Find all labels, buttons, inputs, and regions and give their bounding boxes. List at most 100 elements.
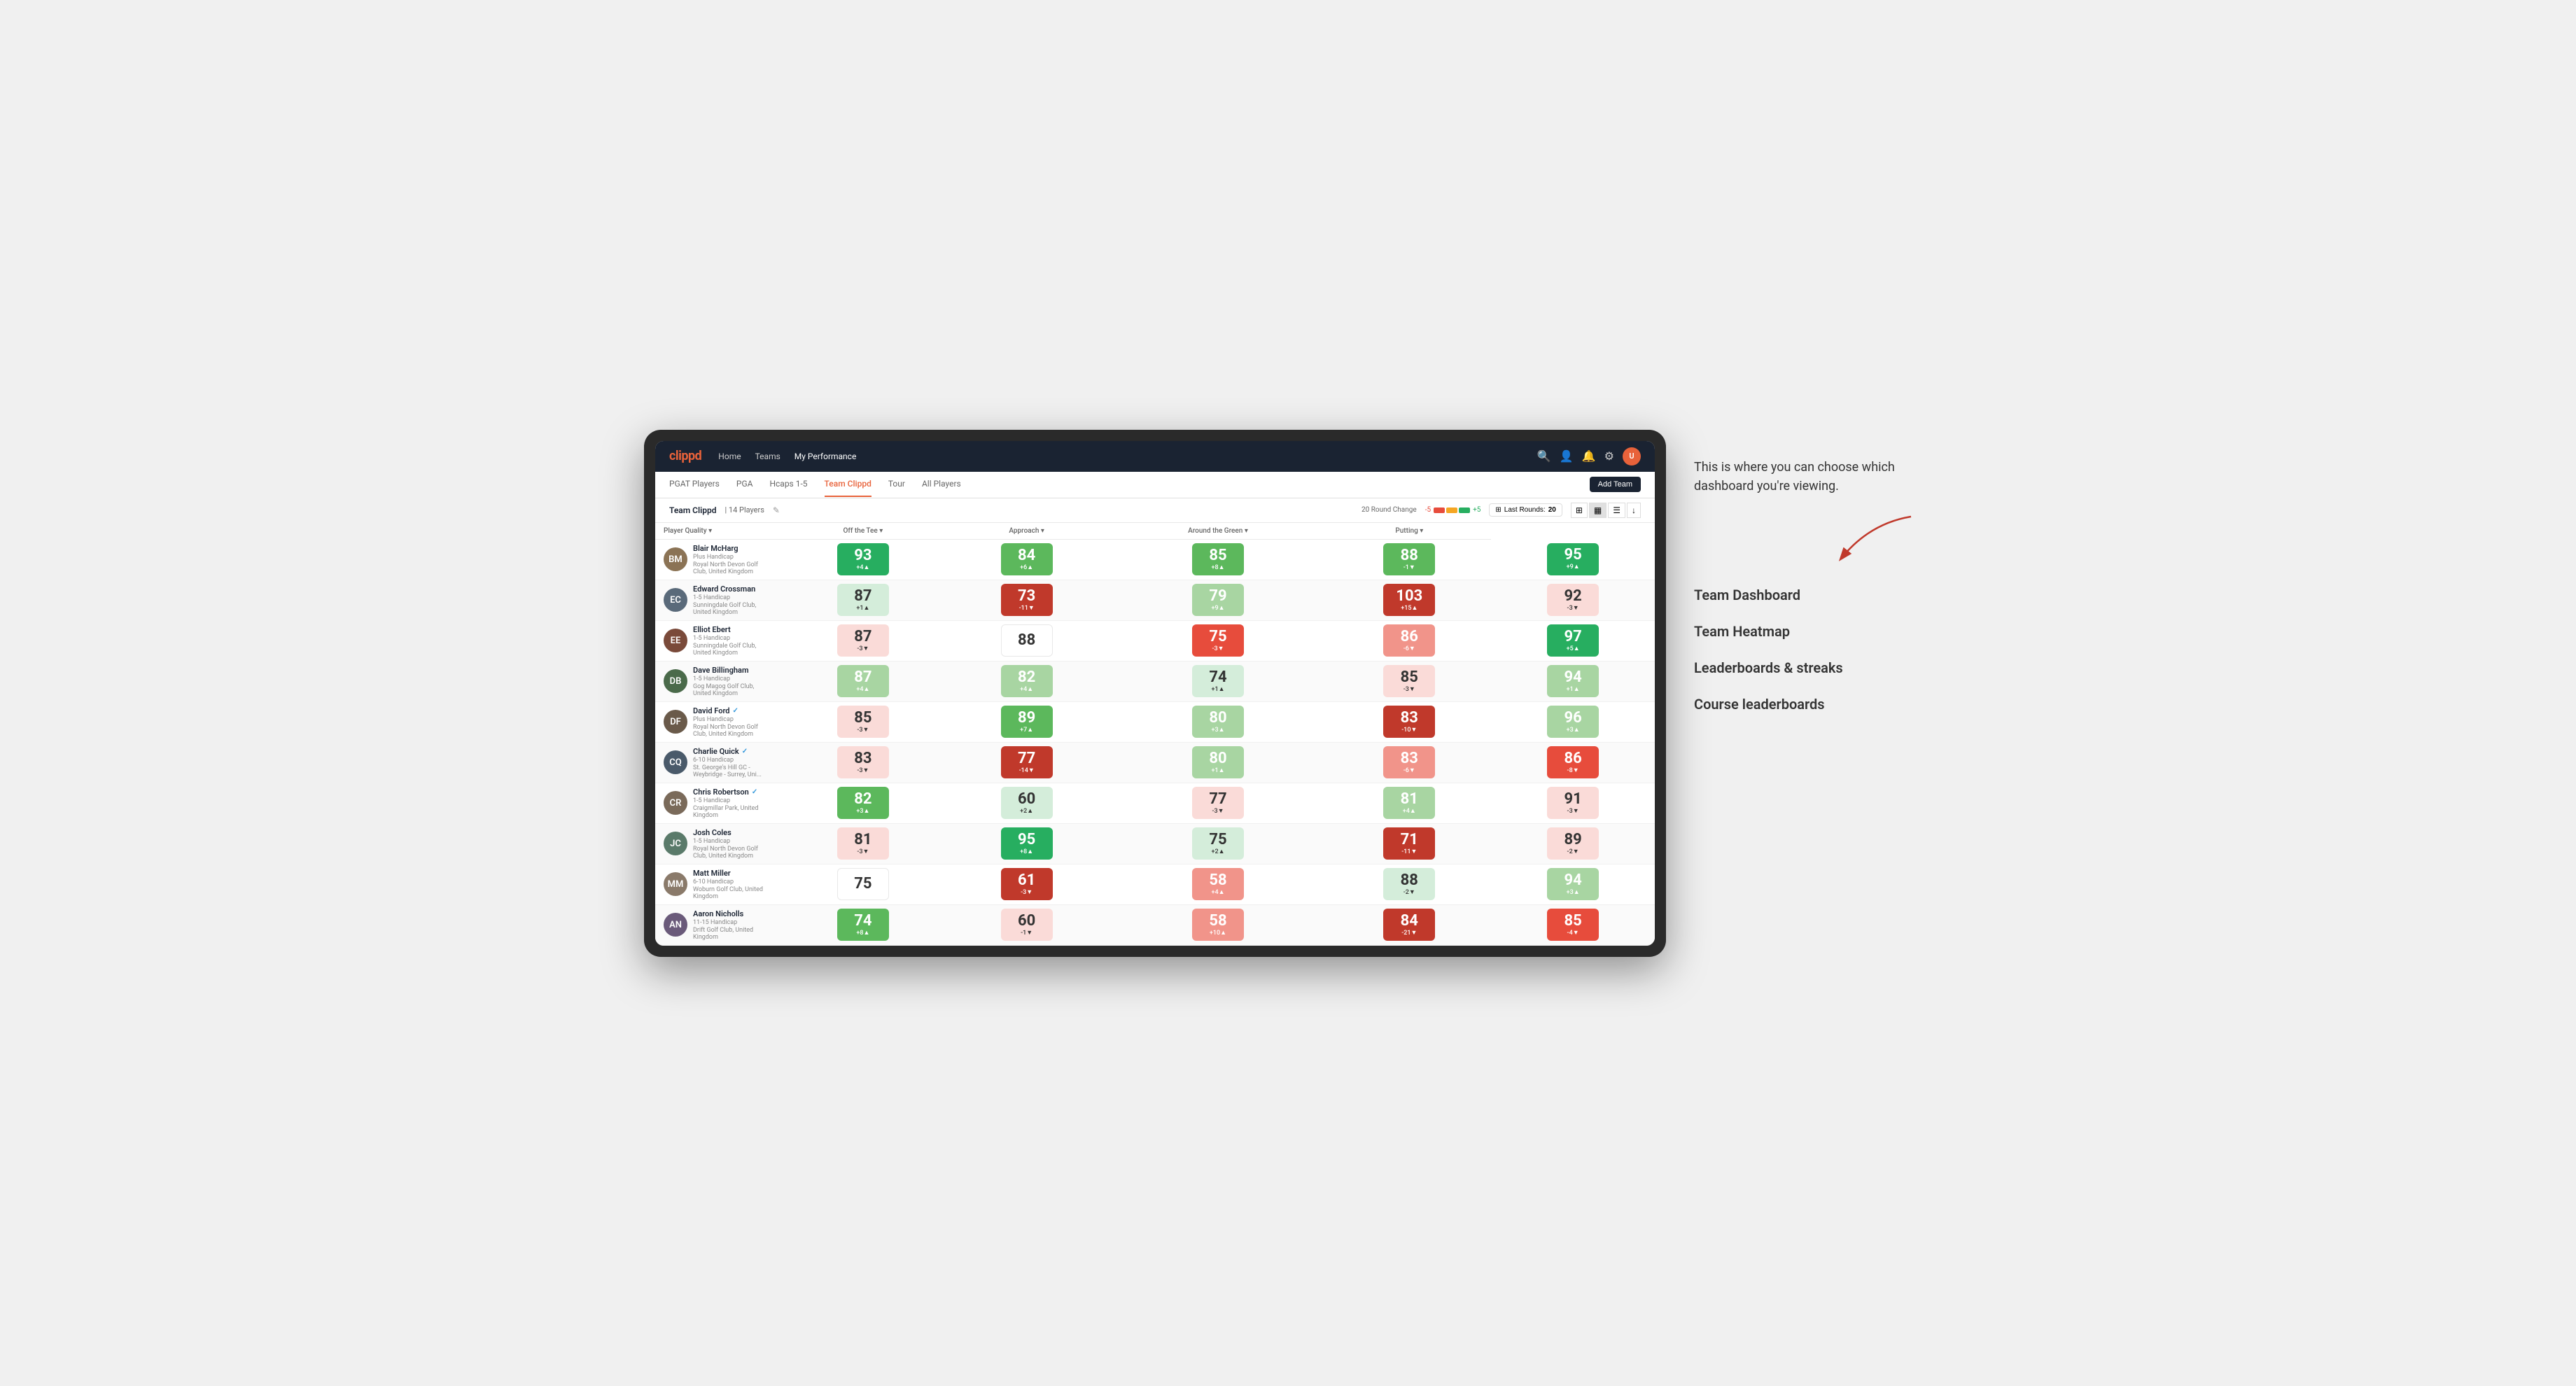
menu-item-leaderboards[interactable]: Leaderboards & streaks (1694, 659, 1932, 676)
edit-team-icon[interactable]: ✎ (773, 505, 780, 515)
subnav-pga[interactable]: PGA (736, 472, 753, 497)
score-cell[interactable]: 93 +4▲ (781, 539, 945, 580)
menu-item-heatmap[interactable]: Team Heatmap (1694, 623, 1932, 640)
nav-link-home[interactable]: Home (718, 449, 741, 464)
score-cell[interactable]: 77 -14▼ (945, 742, 1109, 783)
score-cell[interactable]: 58 +4▲ (1109, 864, 1328, 904)
settings-icon[interactable]: ⚙ (1604, 449, 1614, 463)
grid-view-btn[interactable]: ⊞ (1571, 503, 1588, 518)
subnav-hcaps[interactable]: Hcaps 1-5 (769, 472, 807, 497)
score-cell[interactable]: 85 -3▼ (781, 701, 945, 742)
player-cell[interactable]: MM Matt Miller 6-10 Handicap Woburn Golf… (655, 864, 781, 904)
score-cell[interactable]: 96 +3▲ (1491, 701, 1655, 742)
score-cell[interactable]: 92 -3▼ (1491, 580, 1655, 620)
player-avatar: DF (664, 710, 687, 734)
bell-icon[interactable]: 🔔 (1582, 449, 1596, 463)
heatmap-view-btn[interactable]: ▦ (1589, 503, 1606, 518)
score-cell[interactable]: 89 +7▲ (945, 701, 1109, 742)
score-cell[interactable]: 81 -3▼ (781, 823, 945, 864)
col-header-player[interactable]: Player Quality ▾ (655, 523, 781, 540)
score-change: -11▼ (1019, 604, 1035, 612)
score-cell[interactable]: 60 +2▲ (945, 783, 1109, 823)
score-cell[interactable]: 75 +2▲ (1109, 823, 1328, 864)
subnav-all-players[interactable]: All Players (922, 472, 961, 497)
score-cell[interactable]: 95 +9▲ (1491, 539, 1655, 580)
score-cell[interactable]: 86 -8▼ (1491, 742, 1655, 783)
menu-item-dashboard[interactable]: Team Dashboard (1694, 587, 1932, 603)
player-cell[interactable]: BM Blair McHarg Plus Handicap Royal Nort… (655, 539, 781, 580)
subnav-team-clippd[interactable]: Team Clippd (825, 472, 872, 497)
subnav-tour[interactable]: Tour (888, 472, 905, 497)
score-box: 95 +8▲ (1001, 827, 1053, 860)
player-cell[interactable]: EC Edward Crossman 1-5 Handicap Sunningd… (655, 580, 781, 620)
player-cell[interactable]: DF David Ford ✓ Plus Handicap Royal Nort… (655, 701, 781, 742)
score-cell[interactable]: 75 -3▼ (1109, 620, 1328, 661)
col-header-putting[interactable]: Putting ▾ (1327, 523, 1491, 540)
score-cell[interactable]: 95 +8▲ (945, 823, 1109, 864)
player-cell[interactable]: DB Dave Billingham 1-5 Handicap Gog Mago… (655, 661, 781, 701)
player-cell[interactable]: EE Elliot Ebert 1-5 Handicap Sunningdale… (655, 620, 781, 661)
score-cell[interactable]: 94 +3▲ (1491, 864, 1655, 904)
score-box: 103 +15▲ (1383, 584, 1435, 616)
nav-link-teams[interactable]: Teams (755, 449, 780, 464)
col-header-approach[interactable]: Approach ▾ (945, 523, 1109, 540)
score-cell[interactable]: 80 +1▲ (1109, 742, 1328, 783)
score-cell[interactable]: 103 +15▲ (1327, 580, 1491, 620)
score-cell[interactable]: 83 -10▼ (1327, 701, 1491, 742)
score-cell[interactable]: 87 +1▲ (781, 580, 945, 620)
col-header-green[interactable]: Around the Green ▾ (1109, 523, 1328, 540)
score-cell[interactable]: 84 +6▲ (945, 539, 1109, 580)
player-cell[interactable]: AN Aaron Nicholls 11-15 Handicap Drift G… (655, 904, 781, 945)
nav-link-performance[interactable]: My Performance (794, 449, 857, 464)
score-cell[interactable]: 83 -3▼ (781, 742, 945, 783)
score-cell[interactable]: 84 -21▼ (1327, 904, 1491, 945)
score-box: 88 (1001, 624, 1053, 657)
score-cell[interactable]: 81 +4▲ (1327, 783, 1491, 823)
score-cell[interactable]: 85 -4▼ (1491, 904, 1655, 945)
score-cell[interactable]: 86 -6▼ (1327, 620, 1491, 661)
score-cell[interactable]: 79 +9▲ (1109, 580, 1328, 620)
export-btn[interactable]: ↓ (1627, 503, 1641, 518)
score-cell[interactable]: 74 +8▲ (781, 904, 945, 945)
score-cell[interactable]: 85 -3▼ (1327, 661, 1491, 701)
search-icon[interactable]: 🔍 (1537, 449, 1551, 463)
player-cell[interactable]: CR Chris Robertson ✓ 1-5 Handicap Craigm… (655, 783, 781, 823)
score-value: 81 (1401, 792, 1418, 807)
player-cell[interactable]: JC Josh Coles 1-5 Handicap Royal North D… (655, 823, 781, 864)
score-cell[interactable]: 58 +10▲ (1109, 904, 1328, 945)
last-rounds-button[interactable]: ⊞ Last Rounds: 20 (1489, 503, 1562, 517)
score-box: 74 +8▲ (837, 909, 889, 941)
score-change: +4▲ (1403, 807, 1416, 815)
score-cell[interactable]: 88 (945, 620, 1109, 661)
score-cell[interactable]: 88 -2▼ (1327, 864, 1491, 904)
score-cell[interactable]: 77 -3▼ (1109, 783, 1328, 823)
score-cell[interactable]: 87 -3▼ (781, 620, 945, 661)
score-cell[interactable]: 83 -6▼ (1327, 742, 1491, 783)
score-value: 87 (854, 589, 872, 604)
score-cell[interactable]: 60 -1▼ (945, 904, 1109, 945)
score-cell[interactable]: 87 +4▲ (781, 661, 945, 701)
score-cell[interactable]: 71 -11▼ (1327, 823, 1491, 864)
player-cell[interactable]: CQ Charlie Quick ✓ 6-10 Handicap St. Geo… (655, 742, 781, 783)
score-cell[interactable]: 61 -3▼ (945, 864, 1109, 904)
score-cell[interactable]: 94 +1▲ (1491, 661, 1655, 701)
user-avatar[interactable]: U (1623, 447, 1641, 465)
list-view-btn[interactable]: ☰ (1608, 503, 1625, 518)
score-cell[interactable]: 75 (781, 864, 945, 904)
score-cell[interactable]: 74 +1▲ (1109, 661, 1328, 701)
score-cell[interactable]: 97 +5▲ (1491, 620, 1655, 661)
score-cell[interactable]: 88 -1▼ (1327, 539, 1491, 580)
score-cell[interactable]: 85 +8▲ (1109, 539, 1328, 580)
add-team-button[interactable]: Add Team (1590, 477, 1641, 492)
score-cell[interactable]: 82 +3▲ (781, 783, 945, 823)
subnav-pgat[interactable]: PGAT Players (669, 472, 720, 497)
score-value: 84 (1401, 913, 1418, 929)
score-cell[interactable]: 89 -2▼ (1491, 823, 1655, 864)
score-cell[interactable]: 91 -3▼ (1491, 783, 1655, 823)
score-cell[interactable]: 80 +3▲ (1109, 701, 1328, 742)
profile-icon[interactable]: 👤 (1560, 449, 1574, 463)
col-header-tee[interactable]: Off the Tee ▾ (781, 523, 945, 540)
menu-item-course[interactable]: Course leaderboards (1694, 696, 1932, 713)
score-cell[interactable]: 82 +4▲ (945, 661, 1109, 701)
score-cell[interactable]: 73 -11▼ (945, 580, 1109, 620)
